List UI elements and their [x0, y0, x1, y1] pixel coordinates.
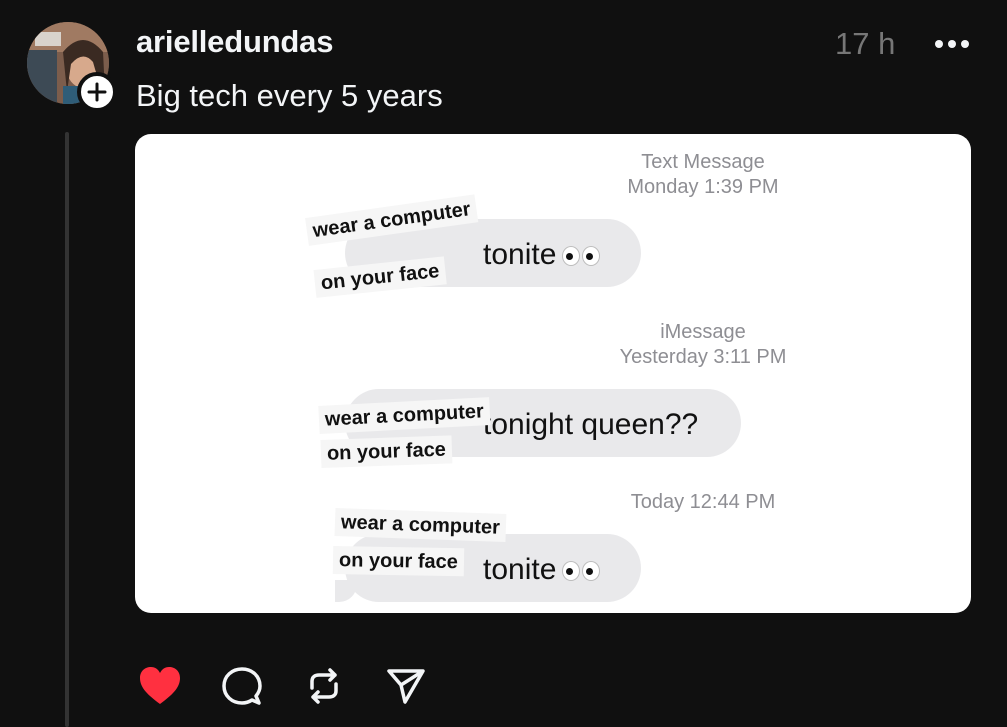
- meta-service: Text Message: [641, 151, 765, 173]
- eyes-emoji: [562, 561, 601, 582]
- message-text: tonight queen??: [483, 408, 699, 441]
- send-icon: [387, 669, 425, 704]
- repost-button[interactable]: [300, 662, 348, 710]
- follow-button[interactable]: [77, 72, 117, 112]
- post-image[interactable]: Text Message Monday 1:39 PM tonite wear …: [135, 134, 971, 613]
- meta-service: iMessage: [660, 321, 746, 343]
- thread-line: [65, 132, 69, 727]
- sticker-text: on your face: [332, 546, 465, 577]
- sticker-text: wear a computer: [334, 508, 507, 542]
- message-text-wrap: tonite: [483, 553, 601, 587]
- like-button[interactable]: [136, 662, 184, 710]
- more-options-button[interactable]: [930, 22, 974, 66]
- post-actions: [136, 662, 464, 710]
- message-text-wrap: tonite: [483, 238, 601, 272]
- username[interactable]: arielledundas: [136, 24, 333, 60]
- comment-button[interactable]: [218, 662, 266, 710]
- heart-icon: [140, 667, 180, 704]
- message-text: tonite: [483, 238, 557, 271]
- meta-time: Yesterday 3:11 PM: [619, 346, 787, 368]
- message-text: tonite: [483, 553, 557, 586]
- comment-icon: [222, 667, 262, 705]
- share-button[interactable]: [382, 662, 430, 710]
- meta-time: Today 12:44 PM: [630, 491, 776, 513]
- sticker-text: on your face: [313, 256, 447, 298]
- message-meta: Today 12:44 PM: [583, 490, 823, 515]
- meta-time: Monday 1:39 PM: [627, 176, 779, 198]
- sticker-text: on your face: [320, 435, 453, 468]
- message-meta: Text Message Monday 1:39 PM: [583, 150, 823, 200]
- eyes-emoji: [562, 246, 601, 267]
- author-avatar-group: [27, 22, 117, 112]
- plus-icon: [87, 82, 107, 102]
- threads-post: arielledundas 17 h Big tech every 5 year…: [0, 0, 1007, 727]
- ellipsis-icon: [935, 40, 969, 48]
- message-meta: iMessage Yesterday 3:11 PM: [583, 320, 823, 370]
- post-caption: Big tech every 5 years: [136, 78, 443, 113]
- post-timestamp: 17 h: [835, 26, 896, 61]
- repost-icon: [310, 668, 338, 704]
